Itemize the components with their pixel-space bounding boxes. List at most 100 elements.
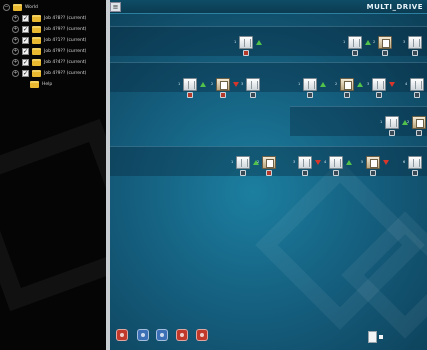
layout-button[interactable] — [137, 329, 149, 341]
node-index: 2 — [335, 82, 338, 86]
machine-icon — [236, 156, 250, 169]
machine-icon — [412, 116, 426, 129]
menu-button[interactable]: ≡ — [110, 2, 121, 12]
tree-item-job[interactable]: + ✓ Job 4?9?? (current) — [12, 46, 86, 56]
status-dot-icon — [389, 130, 395, 136]
refresh-button[interactable] — [156, 329, 168, 341]
alert-icon — [220, 92, 226, 98]
machine-node[interactable]: 1 — [298, 78, 317, 98]
expand-icon[interactable]: + — [12, 58, 19, 66]
node-index: 3 — [241, 82, 244, 86]
expand-icon[interactable]: + — [12, 47, 19, 55]
machine-icon — [262, 156, 276, 169]
node-index: 6 — [403, 160, 406, 164]
job-checkbox[interactable]: ✓ — [22, 14, 29, 22]
machine-node[interactable]: 1 — [343, 36, 362, 56]
folder-icon — [32, 58, 41, 66]
machine-node[interactable]: 1 — [380, 116, 399, 136]
job-tree-panel: − World + ✓ Job 4?8?? (current) + ✓ Job … — [0, 0, 106, 350]
machine-node[interactable]: 1 — [231, 156, 250, 176]
status-up-icon — [200, 82, 206, 87]
machine-node[interactable]: 1 — [178, 78, 197, 98]
machine-icon — [246, 78, 260, 91]
job-checkbox[interactable]: ✓ — [22, 58, 29, 66]
machine-node[interactable]: 4 — [324, 156, 343, 176]
alert-icon — [266, 170, 272, 176]
machine-node[interactable]: 3 — [293, 156, 312, 176]
node-index: 2 — [257, 160, 260, 164]
status-dot-icon — [250, 92, 256, 98]
expand-icon[interactable]: + — [12, 36, 19, 44]
machine-node[interactable]: 6 — [403, 156, 422, 176]
exit-button[interactable] — [116, 329, 128, 341]
status-dot-icon — [382, 50, 388, 56]
machine-node[interactable]: 1 — [234, 36, 253, 56]
job-label: Job 4?1?? (current) — [44, 37, 87, 43]
tree-item-job[interactable]: + ✓ Job 4?4?? (current) — [12, 57, 86, 67]
machine-icon — [378, 36, 392, 49]
expand-icon[interactable]: + — [12, 25, 19, 33]
machine-node[interactable]: 2 — [211, 78, 230, 98]
tree-root-label: World — [25, 4, 38, 10]
tree-item-job[interactable]: + ✓ Job 4?1?? (current) — [12, 35, 86, 45]
status-up-icon — [346, 160, 352, 165]
expand-icon[interactable]: + — [12, 14, 19, 22]
node-index: 1 — [298, 82, 301, 86]
machine-node[interactable]: 3 — [403, 36, 422, 56]
job-label: Job 4?9?? (current) — [44, 48, 87, 54]
machine-node[interactable]: 5 — [361, 156, 380, 176]
machine-icon — [329, 156, 343, 169]
node-index: 4 — [324, 160, 327, 164]
collapse-icon[interactable]: − — [3, 3, 10, 11]
machine-node[interactable]: 4 — [405, 78, 424, 98]
node-index: 1 — [380, 120, 383, 124]
status-dot-icon — [344, 92, 350, 98]
status-dot-icon — [416, 130, 422, 136]
tag-button[interactable] — [176, 329, 188, 341]
machine-icon — [408, 36, 422, 49]
machine-icon — [408, 156, 422, 169]
folder-icon — [32, 36, 41, 44]
node-index: 1 — [343, 40, 346, 44]
folder-icon — [32, 47, 41, 55]
machine-icon — [216, 78, 230, 91]
machine-icon — [239, 36, 253, 49]
overview-handle[interactable] — [379, 335, 383, 339]
machine-node[interactable]: 3 — [241, 78, 260, 98]
job-checkbox[interactable]: ✓ — [22, 69, 29, 77]
folder-icon — [32, 25, 41, 33]
status-up-icon — [357, 82, 363, 87]
tree-item-job[interactable]: + ✓ Job 4?8?? (current) — [12, 13, 86, 23]
node-index: 3 — [293, 160, 296, 164]
app-title: MULTI_DRIVE — [366, 3, 423, 11]
machine-icon — [385, 116, 399, 129]
tree-item-job[interactable]: + ✓ Job 4?9?? (current) — [12, 68, 86, 78]
job-label: Job 4?9?? (current) — [44, 70, 87, 76]
machine-icon — [348, 36, 362, 49]
expand-icon[interactable]: + — [12, 69, 19, 77]
alert-icon — [243, 50, 249, 56]
settings-button[interactable] — [196, 329, 208, 341]
machine-node[interactable]: 3 — [367, 78, 386, 98]
status-down-icon — [389, 82, 395, 87]
machine-icon — [298, 156, 312, 169]
machine-icon — [366, 156, 380, 169]
tree-item-help[interactable]: Help — [30, 79, 52, 89]
help-label: Help — [42, 81, 53, 87]
machine-node[interactable]: 2 — [335, 78, 354, 98]
status-up-icon — [256, 40, 262, 45]
job-checkbox[interactable]: ✓ — [22, 25, 29, 33]
machine-icon — [183, 78, 197, 91]
node-index: 1 — [231, 160, 234, 164]
tree-root-world[interactable]: − World — [3, 2, 38, 12]
machine-node[interactable]: 2 — [257, 156, 276, 176]
job-checkbox[interactable]: ✓ — [22, 36, 29, 44]
tree-item-job[interactable]: + ✓ Job 4?9?? (current) — [12, 24, 86, 34]
overview-window[interactable] — [368, 331, 377, 343]
job-checkbox[interactable]: ✓ — [22, 47, 29, 55]
machine-node[interactable]: 2 — [407, 116, 426, 136]
machine-icon — [340, 78, 354, 91]
machine-node[interactable]: 2 — [373, 36, 392, 56]
folder-icon — [13, 3, 22, 11]
status-up-icon — [365, 40, 371, 45]
